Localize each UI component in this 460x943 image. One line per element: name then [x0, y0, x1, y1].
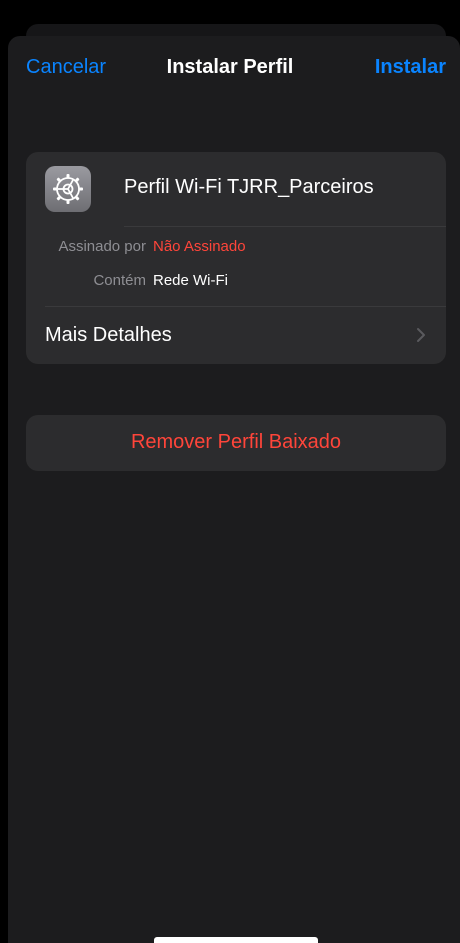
contains-label: Contém [93, 272, 146, 289]
profile-header: Perfil Wi-Fi TJRR_Parceiros [26, 152, 446, 226]
signed-by-label: Assinado por [58, 238, 146, 255]
more-details-button[interactable]: Mais Detalhes [26, 307, 446, 364]
remove-profile-button[interactable]: Remover Perfil Baixado [26, 415, 446, 471]
screen: Cancelar Instalar Perfil Instalar Perfil… [0, 0, 460, 943]
signed-by-value: Não Assinado [153, 238, 246, 255]
navigation-bar: Cancelar Instalar Perfil Instalar [0, 56, 460, 84]
remove-profile-label: Remover Perfil Baixado [130, 431, 342, 453]
profile-name: Perfil Wi-Fi TJRR_Parceiros [124, 176, 374, 198]
profile-card: Perfil Wi-Fi TJRR_Parceiros Assinado por… [26, 152, 446, 364]
install-button[interactable]: Instalar [375, 56, 446, 79]
more-details-label: Mais Detalhes [45, 324, 172, 346]
signed-by-row: Assinado por Não Assinado [26, 238, 446, 260]
settings-gear-icon [45, 166, 91, 212]
cancel-button[interactable]: Cancelar [26, 56, 106, 79]
contains-value: Rede Wi-Fi [153, 272, 229, 289]
home-indicator[interactable] [154, 937, 318, 943]
divider [124, 226, 446, 227]
chevron-right-icon [417, 328, 425, 342]
contains-row: Contém Rede Wi-Fi [26, 272, 446, 294]
